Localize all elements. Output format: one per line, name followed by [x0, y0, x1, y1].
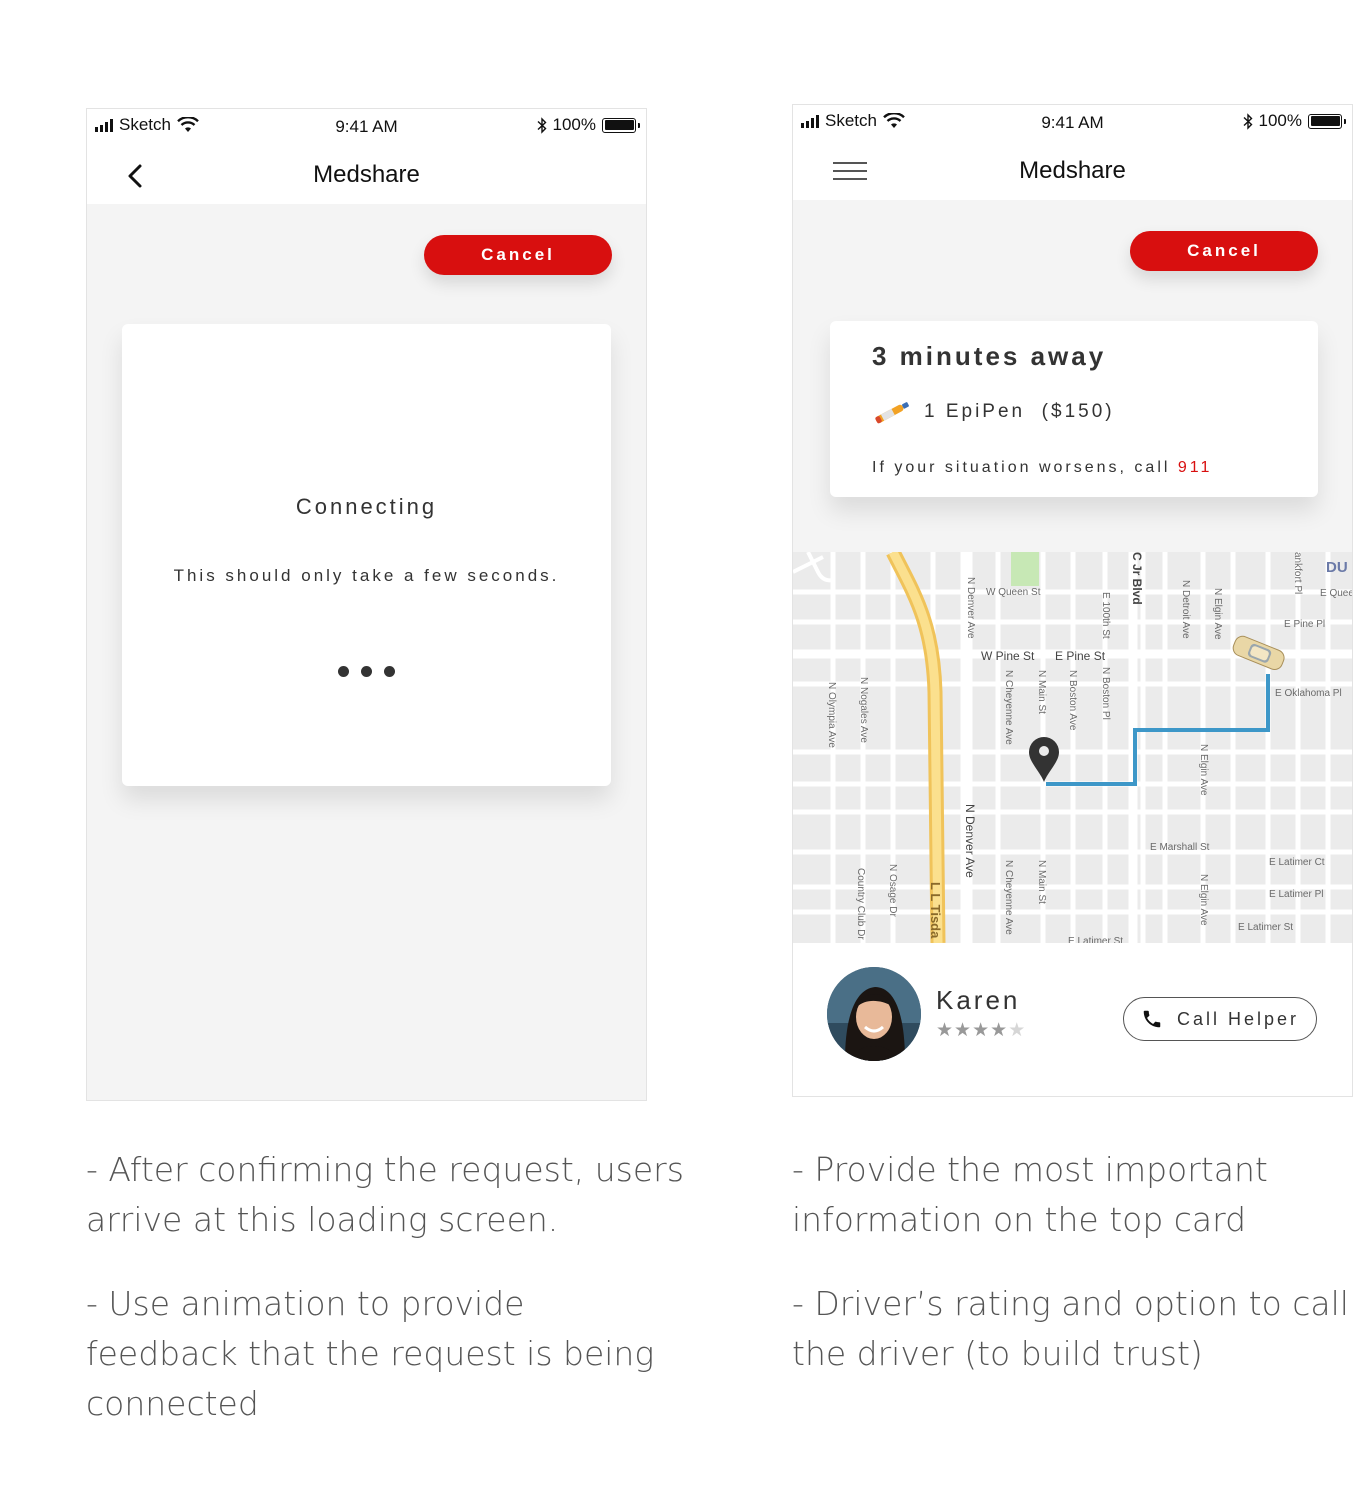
svg-text:L L Tisda: L L Tisda: [928, 882, 943, 939]
loading-title: Connecting: [295, 494, 438, 519]
svg-text:N Elgin Ave: N Elgin Ave: [1198, 744, 1209, 796]
park-area: [1011, 552, 1039, 586]
battery-icon: [1308, 113, 1346, 129]
star-icon: ★: [972, 1020, 991, 1041]
avatar: [827, 967, 921, 1061]
loading-message: This should only take a few seconds.: [173, 566, 560, 585]
svg-text:N Osage Dr: N Osage Dr: [887, 864, 898, 917]
svg-text:E Pine St: E Pine St: [1055, 649, 1106, 663]
svg-text:C Jr Blvd: C Jr Blvd: [1130, 552, 1144, 605]
svg-text:N Denver Ave: N Denver Ave: [963, 804, 977, 878]
order-line: 1 EpiPen ($150): [872, 399, 1115, 425]
caption-left-1: - After confirming the request, users ar…: [86, 1150, 684, 1239]
map-canvas: W Queen St W Pine St E Pine St E Pine Pl…: [793, 552, 1353, 943]
caption-right-1: - Provide the most important information…: [792, 1150, 1268, 1239]
svg-text:N Detroit Ave: N Detroit Ave: [1180, 580, 1191, 639]
loading-card: Connecting This should only take a few s…: [122, 324, 611, 786]
tracking-screen: Sketch 9:41 AM 100% Medshare Cancel 3 mi…: [792, 104, 1353, 1097]
battery-percent: 100%: [1258, 111, 1302, 130]
svg-text:N Nogales Ave: N Nogales Ave: [858, 677, 869, 743]
bluetooth-icon: [1243, 112, 1253, 130]
svg-text:Country Club Dr: Country Club Dr: [855, 868, 866, 940]
star-icon: ★: [990, 1020, 1009, 1041]
status-bar: Sketch 9:41 AM 100%: [87, 109, 646, 143]
svg-text:N Elgin Ave: N Elgin Ave: [1198, 874, 1209, 926]
battery-icon: [602, 117, 640, 133]
svg-text:E Latimer St: E Latimer St: [1238, 922, 1293, 933]
svg-text:E 100th St: E 100th St: [1100, 592, 1111, 639]
helper-panel: Karen ★★★★★ Call Helper: [793, 943, 1352, 1096]
route-map[interactable]: W Queen St W Pine St E Pine St E Pine Pl…: [793, 552, 1353, 943]
svg-text:N Main St: N Main St: [1036, 860, 1047, 904]
svg-text:N Main St: N Main St: [1036, 670, 1047, 714]
star-icon: ★: [1008, 1020, 1027, 1041]
svg-text:E Latimer Ct: E Latimer Ct: [1269, 857, 1325, 868]
cancel-button[interactable]: Cancel: [1130, 231, 1318, 271]
svg-text:E Queen: E Queen: [1320, 588, 1353, 599]
svg-text:N Boston Pl: N Boston Pl: [1100, 667, 1111, 720]
bluetooth-icon: [537, 116, 547, 134]
call-helper-label: Call Helper: [1176, 1008, 1300, 1029]
svg-text:N Boston Ave: N Boston Ave: [1067, 670, 1078, 731]
svg-text:N Cheyenne Ave: N Cheyenne Ave: [1003, 670, 1014, 745]
star-icon: ★: [936, 1020, 955, 1041]
status-bar: Sketch 9:41 AM 100%: [793, 105, 1352, 139]
call-helper-button[interactable]: Call Helper: [1123, 997, 1317, 1041]
loading-screen: Sketch 9:41 AM 100% Medshare Cancel Conn…: [86, 108, 647, 1101]
battery-percent: 100%: [552, 115, 596, 134]
status-right: 100%: [1243, 111, 1346, 131]
svg-text:E Latimer St: E Latimer St: [1068, 936, 1123, 943]
emergency-number-link[interactable]: 911: [1178, 459, 1213, 476]
svg-text:N Olympia Ave: N Olympia Ave: [826, 682, 837, 748]
svg-text:N Elgin Ave: N Elgin Ave: [1212, 588, 1223, 640]
svg-text:E Oklahoma Pl: E Oklahoma Pl: [1275, 688, 1342, 699]
eta-card: 3 minutes away 1 EpiPen ($150) If your s…: [830, 321, 1318, 497]
caption-right-2: - Driver’s rating and option to call the…: [792, 1284, 1349, 1373]
order-text: 1 EpiPen ($150): [924, 401, 1115, 422]
helper-rating: ★★★★★: [936, 1019, 1026, 1042]
svg-text:N Denver Ave: N Denver Ave: [965, 577, 976, 639]
svg-text:E Pine Pl: E Pine Pl: [1284, 619, 1325, 630]
eta-text: 3 minutes away: [872, 341, 1107, 371]
header: Sketch 9:41 AM 100% Medshare: [793, 105, 1352, 200]
phone-icon: [1143, 1010, 1161, 1028]
caption-left-2: - Use animation to provide feedback that…: [86, 1284, 655, 1423]
emergency-warning: If your situation worsens, call 911: [872, 459, 1212, 477]
svg-text:DU: DU: [1326, 559, 1348, 576]
helper-photo: [827, 967, 921, 1061]
svg-text:W Queen St: W Queen St: [986, 587, 1041, 598]
app-title: Medshare: [1019, 157, 1126, 184]
star-icon: ★: [954, 1020, 973, 1041]
app-title: Medshare: [313, 161, 420, 188]
svg-text:W Pine St: W Pine St: [981, 649, 1035, 663]
svg-text:E Latimer Pl: E Latimer Pl: [1269, 889, 1323, 900]
svg-text:ankfort Pl: ankfort Pl: [1292, 552, 1303, 594]
status-right: 100%: [537, 115, 640, 135]
svg-text:E Marshall St: E Marshall St: [1150, 842, 1210, 853]
header: Sketch 9:41 AM 100% Medshare: [87, 109, 646, 204]
warning-text: If your situation worsens, call: [872, 459, 1178, 476]
helper-name: Karen: [936, 985, 1021, 1015]
epipen-icon: [875, 402, 909, 424]
svg-text:N Cheyenne Ave: N Cheyenne Ave: [1003, 860, 1014, 935]
loading-dots-icon: [122, 666, 611, 677]
cancel-button[interactable]: Cancel: [424, 235, 612, 275]
